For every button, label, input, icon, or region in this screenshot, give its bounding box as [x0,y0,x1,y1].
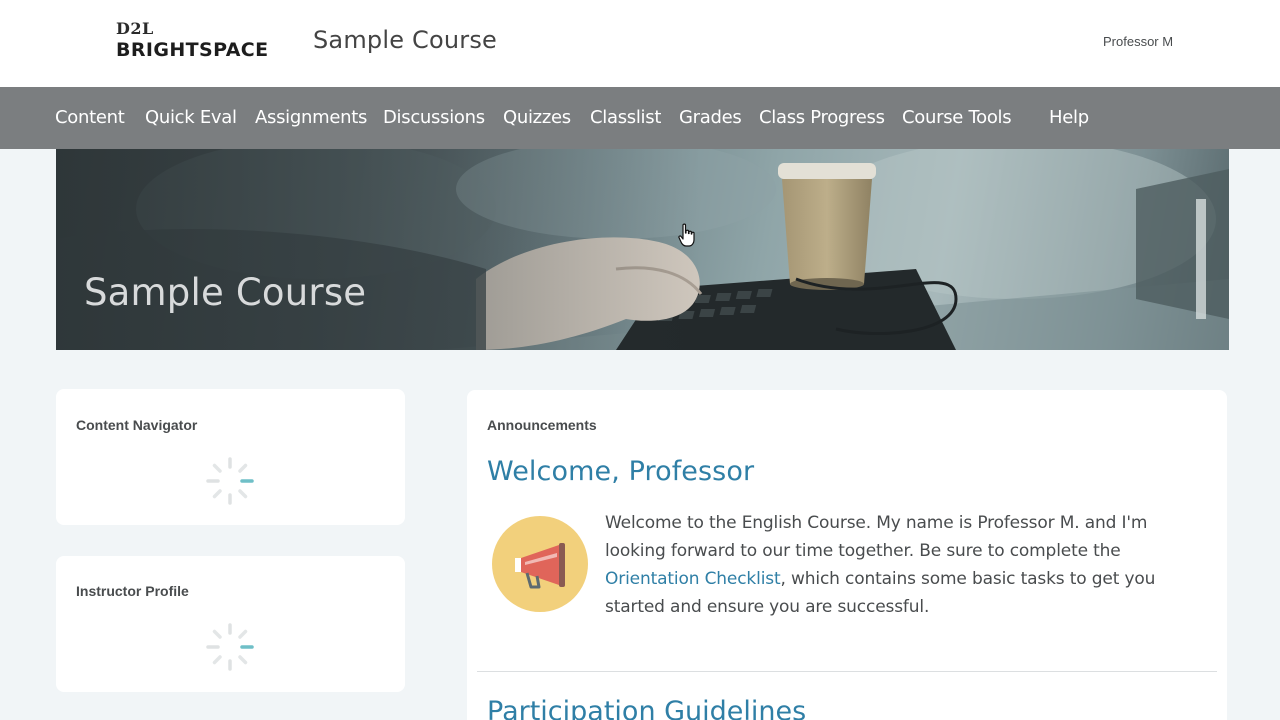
nav-discussions[interactable]: Discussions [383,107,485,128]
nav-assignments[interactable]: Assignments [255,107,367,128]
announcement-body: Welcome to the English Course. My name i… [605,509,1185,621]
content-navigator-widget: Content Navigator [56,389,405,525]
instructor-profile-title: Instructor Profile [76,583,189,599]
banner-course-title: Sample Course [84,271,367,314]
course-banner-image: Sample Course [56,149,1229,350]
announcements-title: Announcements [487,417,597,433]
nav-quick-eval[interactable]: Quick Eval [145,107,237,128]
announcement-heading[interactable]: Welcome, Professor [487,456,754,487]
announcement-text-before: Welcome to the English Course. My name i… [605,513,1148,561]
nav-help[interactable]: Help [1049,107,1089,128]
orientation-checklist-link[interactable]: Orientation Checklist [605,569,781,589]
nav-course-tools[interactable]: Course Tools [902,107,1012,128]
nav-class-progress[interactable]: Class Progress [759,107,885,128]
announcements-widget: Announcements Welcome, Professor Welcome… [467,390,1227,720]
logo-d2l-text: D2L [116,19,154,38]
loading-spinner-icon [206,457,254,505]
loading-spinner-icon [206,623,254,671]
banner-photo-illustration [56,149,1229,350]
nav-content[interactable]: Content [55,107,125,128]
course-navbar: Content Quick Eval Assignments Discussio… [0,87,1280,149]
announcement-divider [477,671,1217,672]
nav-grades[interactable]: Grades [679,107,742,128]
nav-quizzes[interactable]: Quizzes [503,107,571,128]
top-header: D2L BRIGHTSPACE Sample Course Professor … [0,0,1280,87]
course-title-link[interactable]: Sample Course [313,26,497,54]
megaphone-icon [492,516,588,612]
logo-brightspace-text: BRIGHTSPACE [116,39,269,61]
brightspace-logo[interactable]: D2L BRIGHTSPACE [116,20,276,66]
nav-classlist[interactable]: Classlist [590,107,661,128]
participation-guidelines-heading[interactable]: Participation Guidelines [487,696,806,720]
instructor-profile-widget: Instructor Profile [56,556,405,692]
content-navigator-title: Content Navigator [76,417,198,433]
user-menu[interactable]: Professor M [1103,34,1173,49]
hand-pointer-icon [678,223,695,247]
